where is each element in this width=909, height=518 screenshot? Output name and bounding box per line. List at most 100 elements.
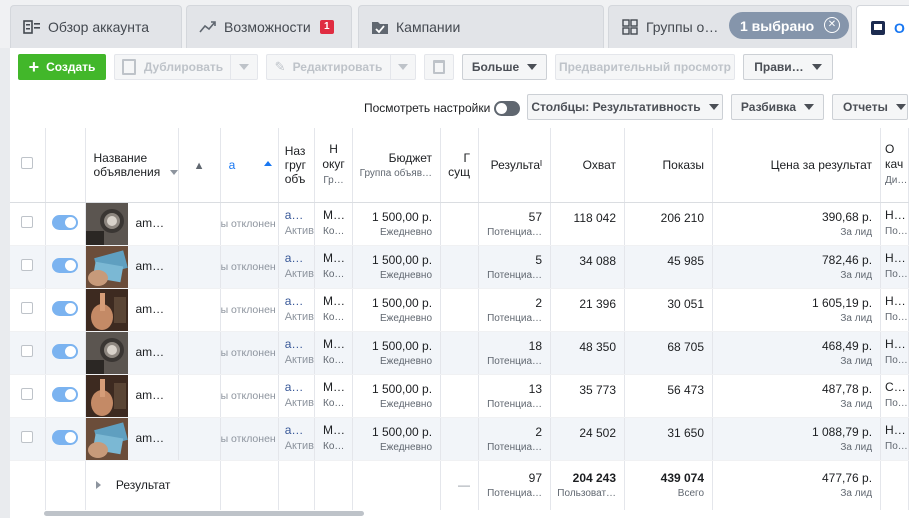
ad-status-toggle[interactable] (52, 214, 78, 230)
table-row[interactable]: am… ы отклонен а… Актив М… Ко… 1 500,00 р. Ежед… (10, 245, 909, 289)
duplicate-button[interactable]: Дублировать (114, 54, 230, 80)
table-row[interactable]: am… ы отклонен а… Актив М… Ко… 1 500,00 р. Ежед… (10, 417, 909, 461)
col-quality[interactable]: О кач Ди… (880, 128, 909, 203)
existing-cell (440, 417, 480, 461)
ad-name-link[interactable]: am… (136, 345, 165, 359)
ad-status-toggle[interactable] (52, 257, 78, 273)
tab-ads[interactable]: О (856, 5, 909, 49)
ad-status-toggle[interactable] (52, 386, 78, 402)
col-cost-per-result[interactable]: Цена за результат (712, 128, 882, 203)
row-toggle-cell[interactable] (45, 331, 86, 375)
row-toggle-cell[interactable] (45, 288, 86, 332)
tab-opportunities[interactable]: Возможности 1 (186, 5, 352, 48)
quality-cell: Н… По… (880, 245, 909, 289)
more-button[interactable]: Больше (462, 54, 547, 80)
existing-cell (440, 288, 480, 332)
row-checkbox[interactable] (21, 216, 34, 228)
table-row[interactable]: am… ы отклонен а… Актив М… Ко… 1 500,00 р. Ежед… (10, 288, 909, 332)
ad-thumbnail[interactable] (85, 374, 128, 416)
ad-thumbnail[interactable] (85, 417, 128, 459)
delete-button[interactable] (424, 54, 454, 80)
row-checkbox[interactable] (21, 259, 34, 271)
table-row[interactable]: am… ы отклонен а… Актив М… Ко… 1 500,00 р. Ежед… (10, 374, 909, 418)
col-warning[interactable]: ▲ (178, 128, 221, 203)
view-settings[interactable]: Посмотреть настройки (364, 99, 521, 117)
ad-name-link[interactable]: am… (136, 431, 165, 445)
ad-status-toggle[interactable] (52, 343, 78, 359)
adset-cell[interactable]: а… Актив (278, 374, 316, 418)
reports-button[interactable]: Отчеты (832, 94, 908, 120)
results-cell: 5 Потенциа… (478, 245, 552, 289)
col-adset-name[interactable]: Наз груг объ (278, 128, 316, 203)
view-settings-label: Посмотреть настройки (364, 101, 491, 115)
tab-label: Возможности (224, 19, 311, 35)
ad-name-cell[interactable]: am… (85, 245, 179, 289)
clear-selection-icon[interactable]: ✕ (824, 17, 840, 33)
row-checkbox-cell[interactable] (10, 245, 46, 289)
col-delivery[interactable]: а (220, 128, 279, 203)
columns-button[interactable]: Столбцы: Результативность (527, 94, 723, 120)
table-row[interactable]: am… ы отклонен а… Актив М… Ко… 1 500,00 р. Ежед… (10, 202, 909, 246)
col-budget[interactable]: Бюджет Группа объяв… (352, 128, 442, 203)
ad-thumbnail[interactable] (85, 331, 128, 373)
edit-dropdown[interactable] (390, 54, 416, 80)
adset-cell[interactable]: а… Актив (278, 331, 316, 375)
create-button[interactable]: + Создать (18, 54, 106, 80)
col-impressions[interactable]: Показы (624, 128, 714, 203)
row-checkbox-cell[interactable] (10, 331, 46, 375)
col-results[interactable]: Результаᴵ (478, 128, 552, 203)
more-label: Больше (471, 60, 520, 74)
row-toggle-cell[interactable] (45, 374, 86, 418)
ad-name-cell[interactable]: am… (85, 417, 179, 461)
select-all-checkbox[interactable] (21, 157, 34, 170)
col-existing[interactable]: Г сущ (440, 128, 480, 203)
ad-name-cell[interactable]: am… (85, 202, 179, 246)
adset-cell[interactable]: а… Актив (278, 245, 316, 289)
ad-thumbnail[interactable] (85, 202, 128, 244)
ad-status-toggle[interactable] (52, 300, 78, 316)
rules-button[interactable]: Прави… (743, 54, 833, 80)
col-reach[interactable]: Охват (550, 128, 626, 203)
row-checkbox-cell[interactable] (10, 288, 46, 332)
table-row[interactable]: am… ы отклонен а… Актив М… Ко… 1 500,00 р. Ежед… (10, 331, 909, 375)
row-checkbox-cell[interactable] (10, 374, 46, 418)
row-checkbox-cell[interactable] (10, 417, 46, 461)
row-toggle-cell[interactable] (45, 202, 86, 246)
sort-asc-icon (263, 161, 272, 166)
duplicate-dropdown[interactable] (230, 54, 258, 80)
select-all-cell[interactable] (10, 128, 46, 203)
ad-name-cell[interactable]: am… (85, 374, 179, 418)
tab-account-overview[interactable]: Обзор аккаунта (10, 5, 182, 48)
view-settings-toggle[interactable] (494, 100, 521, 116)
row-checkbox[interactable] (21, 302, 34, 314)
row-checkbox[interactable] (21, 345, 34, 357)
ad-thumbnail[interactable] (85, 288, 128, 330)
preview-button[interactable]: Предварительный просмотр (555, 54, 735, 80)
adset-cell[interactable]: а… Актив (278, 417, 316, 461)
ad-name-link[interactable]: am… (136, 216, 165, 230)
ad-name-link[interactable]: am… (136, 388, 165, 402)
row-checkbox-cell[interactable] (10, 202, 46, 246)
selection-pill[interactable]: 1 выбрано ✕ (729, 12, 849, 39)
col-ad-name[interactable]: Название объявления (85, 128, 179, 203)
horizontal-scrollbar[interactable] (44, 511, 364, 516)
tab-campaigns[interactable]: Кампании (358, 5, 604, 48)
ad-status-toggle[interactable] (52, 429, 78, 445)
ad-name-cell[interactable]: am… (85, 288, 179, 332)
breakdown-button[interactable]: Разбивка (731, 94, 824, 120)
row-checkbox[interactable] (21, 431, 34, 443)
expand-caret-icon[interactable] (95, 481, 101, 490)
row-toggle-cell[interactable] (45, 417, 86, 461)
delivery-status: ы отклонен (220, 417, 279, 461)
edit-button[interactable]: ✎ Редактировать (266, 54, 390, 80)
row-toggle-cell[interactable] (45, 245, 86, 289)
col-audience[interactable]: Н окуг Гр… (314, 128, 354, 203)
ad-name-cell[interactable]: am… (85, 331, 179, 375)
row-checkbox[interactable] (21, 388, 34, 400)
ad-name-link[interactable]: am… (136, 259, 165, 273)
ad-name-link[interactable]: am… (136, 302, 165, 316)
adset-cell[interactable]: а… Актив (278, 288, 316, 332)
cpr-cell: 468,49 р. За лид (712, 331, 882, 375)
ad-thumbnail[interactable] (85, 245, 128, 287)
adset-cell[interactable]: а… Актив (278, 202, 316, 246)
